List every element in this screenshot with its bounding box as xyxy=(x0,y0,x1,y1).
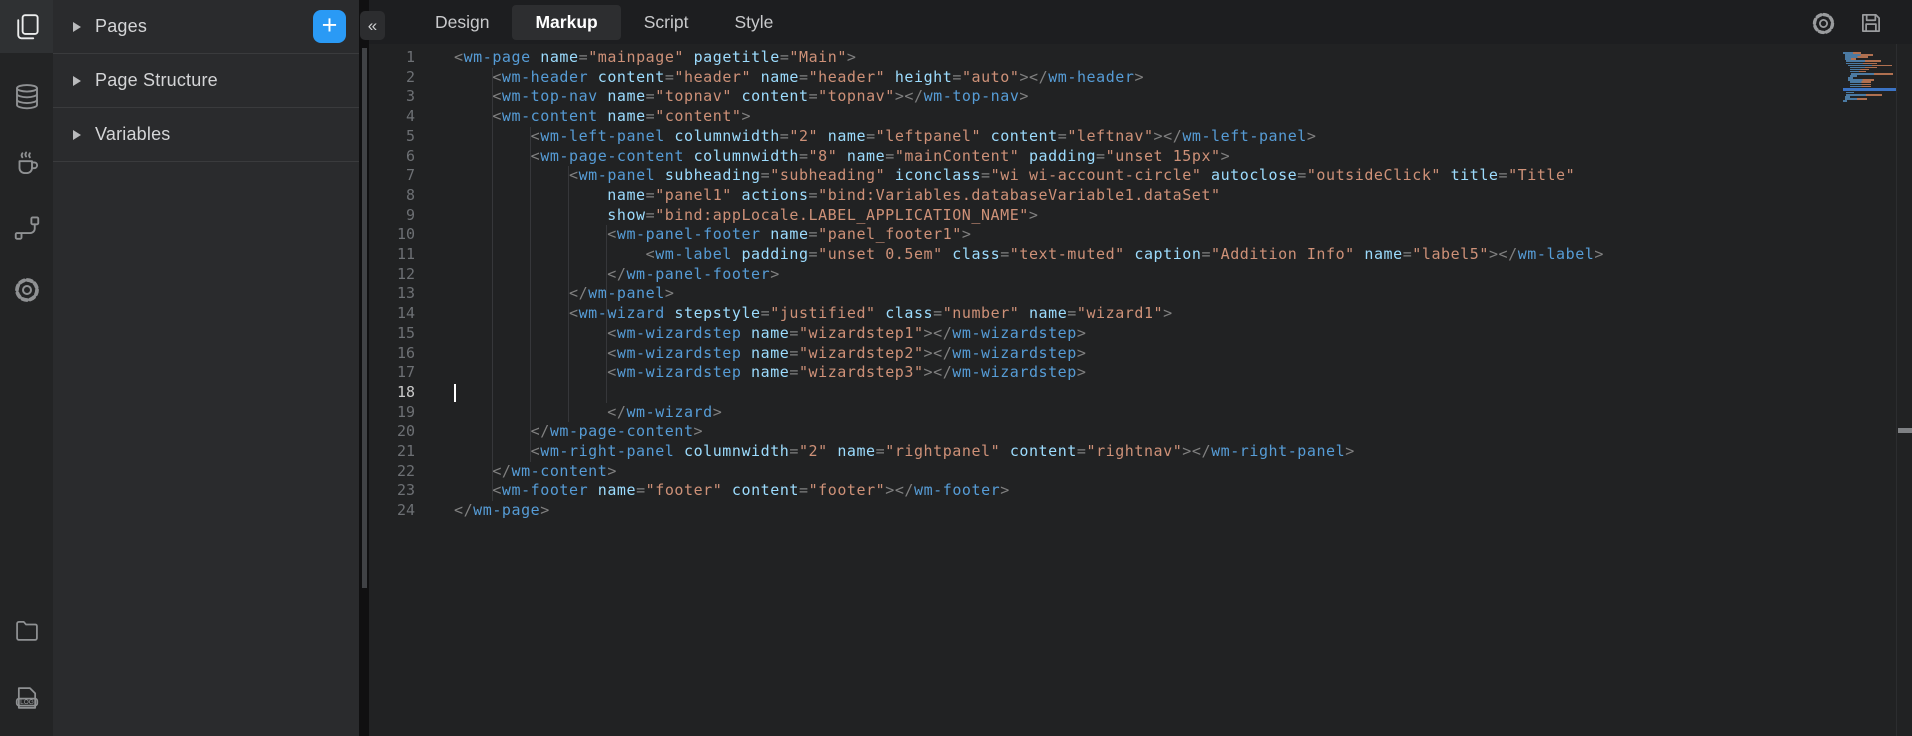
activity-bar: LOG xyxy=(0,0,53,736)
save-floppy-icon xyxy=(1858,10,1884,36)
editor-tabs: Design Markup Script Style xyxy=(412,5,796,40)
line-number: 15 xyxy=(397,324,415,342)
section-label: Pages xyxy=(95,16,147,37)
line-number: 12 xyxy=(397,265,415,283)
pages-icon xyxy=(12,12,42,42)
code-line[interactable]: <wm-wizardstep name="wizardstep2"></wm-w… xyxy=(454,344,1086,362)
chevron-right-icon xyxy=(73,22,81,32)
gear-icon xyxy=(1810,10,1837,37)
line-number: 1 xyxy=(406,48,415,66)
chevron-right-icon xyxy=(73,76,81,86)
rail-item-orchestration[interactable] xyxy=(0,201,53,254)
tab-script[interactable]: Script xyxy=(621,5,712,40)
line-number: 21 xyxy=(397,442,415,460)
line-number: 14 xyxy=(397,304,415,322)
indent-guide xyxy=(568,166,569,422)
tab-markup[interactable]: Markup xyxy=(512,5,620,40)
line-number: 20 xyxy=(397,422,415,440)
minimap-line xyxy=(1843,100,1847,102)
line-number: 6 xyxy=(406,147,415,165)
tab-style[interactable]: Style xyxy=(711,5,796,40)
overview-ruler-border xyxy=(1896,44,1897,736)
code-line[interactable]: </wm-wizard> xyxy=(454,403,722,421)
code-line[interactable]: </wm-panel> xyxy=(454,284,674,302)
line-number: 11 xyxy=(397,245,415,263)
section-label: Page Structure xyxy=(95,70,218,91)
code-line[interactable]: </wm-panel-footer> xyxy=(454,265,780,283)
indent-guide xyxy=(530,127,531,462)
code-line[interactable]: <wm-panel-footer name="panel_footer1"> xyxy=(454,225,971,243)
add-page-button[interactable]: + xyxy=(313,10,346,43)
code-line[interactable]: show="bind:appLocale.LABEL_APPLICATION_N… xyxy=(454,206,1038,224)
code-line[interactable]: <wm-page name="mainpage" pagetitle="Main… xyxy=(454,48,857,66)
gear-icon xyxy=(12,275,42,305)
log-badge-label: LOG xyxy=(20,699,34,706)
line-number: 4 xyxy=(406,107,415,125)
code-line[interactable]: <wm-wizard stepstyle="justified" class="… xyxy=(454,304,1173,322)
code-line[interactable]: <wm-content name="content"> xyxy=(454,107,751,125)
code-line[interactable]: <wm-wizardstep name="wizardstep3"></wm-w… xyxy=(454,363,1086,381)
line-number: 13 xyxy=(397,284,415,302)
text-cursor xyxy=(454,384,456,402)
collapse-sidebar-button[interactable]: « xyxy=(360,11,385,40)
indent-guide xyxy=(606,225,607,403)
sidebar-section-variables[interactable]: Variables xyxy=(53,108,359,162)
line-number: 9 xyxy=(406,206,415,224)
minimap[interactable] xyxy=(1843,52,1896,156)
line-number: 24 xyxy=(397,501,415,519)
minimap-line xyxy=(1846,94,1882,96)
rail-item-settings[interactable] xyxy=(0,263,53,316)
log-file-icon: LOG xyxy=(13,684,41,712)
code-line[interactable]: </wm-page> xyxy=(454,501,550,519)
code-line[interactable]: <wm-page-content columnwidth="8" name="m… xyxy=(454,147,1230,165)
flow-connector-icon xyxy=(12,213,42,243)
database-icon xyxy=(12,82,42,112)
coffee-cup-icon xyxy=(12,148,42,178)
line-number-gutter: 1 2 3 4 5 6 7 8 9 10 11 12 13 14 15 16 1… xyxy=(369,48,415,521)
rail-item-files[interactable] xyxy=(0,603,53,656)
line-number: 7 xyxy=(406,166,415,184)
rail-item-java-services[interactable] xyxy=(0,136,53,189)
code-editor[interactable]: <wm-page name="mainpage" pagetitle="Main… xyxy=(454,48,1604,521)
sidebar-section-page-structure[interactable]: Page Structure xyxy=(53,54,359,108)
line-number: 17 xyxy=(397,363,415,381)
code-line[interactable]: <wm-header content="header" name="header… xyxy=(454,68,1144,86)
line-number: 3 xyxy=(406,87,415,105)
overview-ruler-cursor-marker xyxy=(1898,428,1912,433)
minimap-line xyxy=(1851,73,1893,75)
scrollbar-thumb[interactable] xyxy=(362,48,367,588)
code-line[interactable]: <wm-top-nav name="topnav" content="topna… xyxy=(454,87,1029,105)
code-line[interactable]: <wm-wizardstep name="wizardstep1"></wm-w… xyxy=(454,324,1086,342)
indent-guide xyxy=(492,68,493,501)
line-number: 22 xyxy=(397,462,415,480)
line-number: 16 xyxy=(397,344,415,362)
chevron-right-icon xyxy=(73,130,81,140)
line-number: 18 xyxy=(397,383,415,401)
code-line[interactable]: <wm-footer name="footer" content="footer… xyxy=(454,481,1010,499)
code-line[interactable]: <wm-right-panel columnwidth="2" name="ri… xyxy=(454,442,1355,460)
sidebar-section-pages[interactable]: Pages + xyxy=(53,0,359,54)
ide-window: LOG Pages + Page Structure Variables « D… xyxy=(0,0,1912,736)
code-line[interactable]: </wm-content> xyxy=(454,462,617,480)
line-number: 10 xyxy=(397,225,415,243)
code-line[interactable]: <wm-panel subheading="subheading" iconcl… xyxy=(454,166,1575,184)
tab-design[interactable]: Design xyxy=(412,5,512,40)
code-line[interactable]: <wm-left-panel columnwidth="2" name="lef… xyxy=(454,127,1316,145)
line-number: 8 xyxy=(406,186,415,204)
line-number: 23 xyxy=(397,481,415,499)
sidebar: Pages + Page Structure Variables xyxy=(53,0,359,736)
folder-icon xyxy=(13,616,41,644)
section-label: Variables xyxy=(95,124,171,145)
rail-item-pages[interactable] xyxy=(0,0,53,53)
code-line[interactable]: <wm-label padding="unset 0.5em" class="t… xyxy=(454,245,1604,263)
line-number: 5 xyxy=(406,127,415,145)
rail-item-database[interactable] xyxy=(0,70,53,123)
settings-button[interactable] xyxy=(1808,8,1838,38)
minimap-line xyxy=(1845,98,1868,100)
rail-item-logs[interactable]: LOG xyxy=(0,671,53,724)
line-number: 19 xyxy=(397,403,415,421)
line-number: 2 xyxy=(406,68,415,86)
save-button[interactable] xyxy=(1856,8,1886,38)
